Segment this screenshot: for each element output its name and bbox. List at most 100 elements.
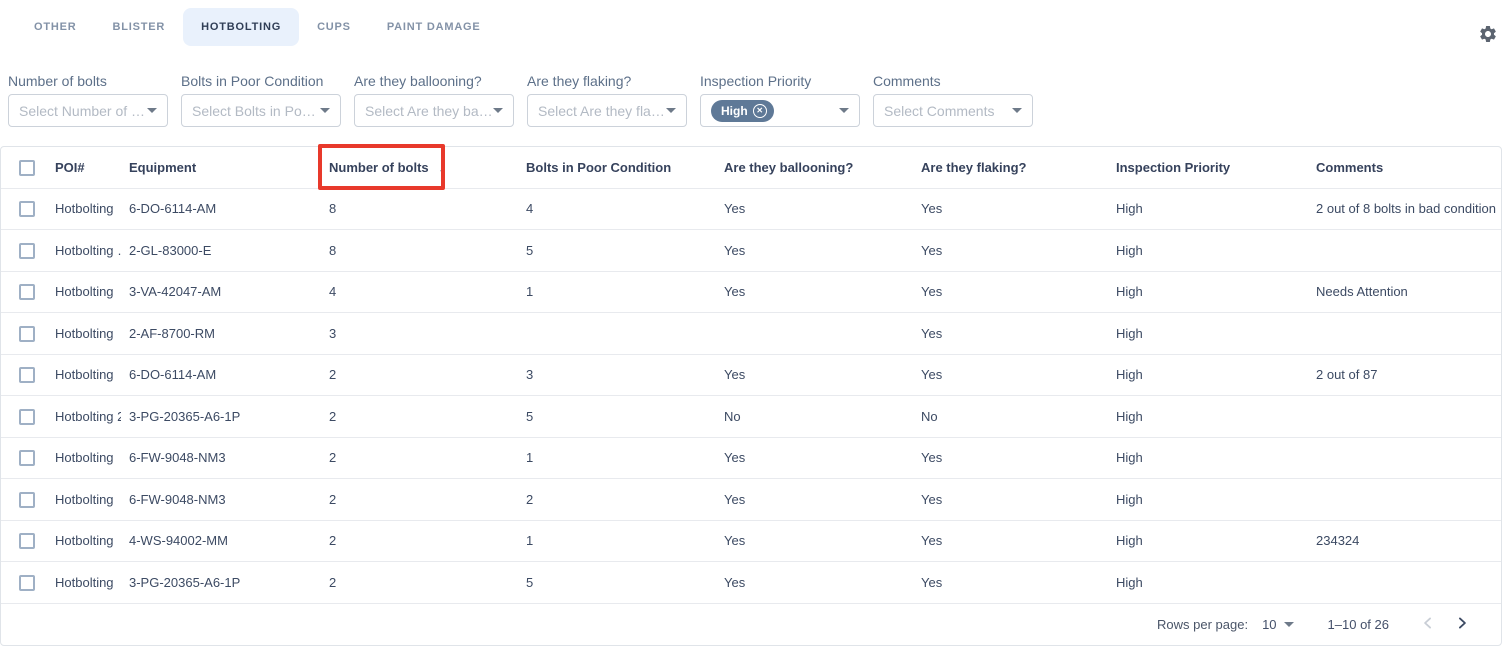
next-page-button[interactable] [1445,608,1479,642]
cell-priority: High [1108,188,1308,230]
cell-priority: High [1108,562,1308,604]
filter-label: Bolts in Poor Condition [181,73,341,89]
cell-ballooning: No [716,396,913,438]
cell-equipment: 6-FW-9048-NM3 [121,437,321,479]
cell-comments [1308,437,1501,479]
cell-number-of-bolts: 8 [321,230,518,272]
column-header-priority[interactable]: Inspection Priority [1108,147,1308,188]
chip-label: High [721,104,748,118]
column-header-poi[interactable]: POI# [47,147,121,188]
cell-priority: High [1108,479,1308,521]
cell-ballooning [716,313,913,355]
filter-label: Are they ballooning? [354,73,514,89]
cell-priority: High [1108,313,1308,355]
chevron-right-icon [1452,613,1472,636]
cell-flaking: Yes [913,479,1108,521]
previous-page-button[interactable] [1411,608,1445,642]
cell-comments: 2 out of 8 bolts in bad condition [1308,188,1501,230]
rows-per-page-label: Rows per page: [1157,617,1248,632]
row-checkbox[interactable] [19,284,35,300]
row-checkbox[interactable] [19,533,35,549]
cell-poor-condition [518,313,716,355]
row-checkbox[interactable] [19,575,35,591]
cell-poi: Hotbolting [47,437,121,479]
table-header-row: POI# Equipment Number of bolts ↓ Bolts i… [1,147,1501,188]
tab-hotbolting[interactable]: HOTBOLTING [183,8,299,46]
select-placeholder: Select Bolts in Po… [192,103,320,119]
cell-poor-condition: 2 [518,479,716,521]
column-header-comments[interactable]: Comments [1308,147,1501,188]
filter-label: Are they flaking? [527,73,687,89]
results-table: POI# Equipment Number of bolts ↓ Bolts i… [1,147,1501,603]
row-checkbox[interactable] [19,409,35,425]
gear-icon [1478,31,1498,48]
chevron-down-icon [493,108,503,113]
bolts-in-poor-condition-select[interactable]: Select Bolts in Po… [181,94,341,127]
tab-other[interactable]: OTHER [16,8,95,46]
rows-per-page-select[interactable]: 10 [1262,617,1293,632]
filter-label: Comments [873,73,1033,89]
chevron-down-icon [320,108,330,113]
tab-cups[interactable]: CUPS [299,8,369,46]
table-row[interactable]: Hotbolting 6-DO-6114-AM 2 3 Yes Yes High… [1,354,1501,396]
table-row[interactable]: Hotbolting 4-WS-94002-MM 2 1 Yes Yes Hig… [1,520,1501,562]
cell-poi: Hotbolting [47,313,121,355]
chevron-left-icon [1418,613,1438,636]
cell-poor-condition: 4 [518,188,716,230]
cell-poi: Hotbolting … [47,230,121,272]
table-row[interactable]: Hotbolting 6-DO-6114-AM 8 4 Yes Yes High… [1,188,1501,230]
table-row[interactable]: Hotbolting … 2-GL-83000-E 8 5 Yes Yes Hi… [1,230,1501,272]
filter-comments: Comments Select Comments [873,73,1033,127]
inspection-priority-select[interactable]: High ✕ [700,94,860,127]
table-row[interactable]: Hotbolting 3-VA-42047-AM 4 1 Yes Yes Hig… [1,271,1501,313]
select-all-checkbox[interactable] [19,160,35,176]
table-row[interactable]: Hotbolting 2 3-PG-20365-A6-1P 2 5 No No … [1,396,1501,438]
row-checkbox[interactable] [19,326,35,342]
column-header-poor-condition[interactable]: Bolts in Poor Condition [518,147,716,188]
table-row[interactable]: Hotbolting 6-FW-9048-NM3 2 1 Yes Yes Hig… [1,437,1501,479]
column-header-flaking[interactable]: Are they flaking? [913,147,1108,188]
cell-ballooning: Yes [716,437,913,479]
cell-comments [1308,562,1501,604]
priority-chip-high[interactable]: High ✕ [711,100,774,122]
cell-flaking: Yes [913,313,1108,355]
filter-flaking: Are they flaking? Select Are they fla… [527,73,687,127]
ballooning-select[interactable]: Select Are they ba… [354,94,514,127]
cell-comments [1308,313,1501,355]
cell-number-of-bolts: 2 [321,479,518,521]
cell-poi: Hotbolting [47,479,121,521]
filter-number-of-bolts: Number of bolts Select Number of … [8,73,168,127]
cell-equipment: 3-PG-20365-A6-1P [121,396,321,438]
cell-poor-condition: 1 [518,520,716,562]
column-header-number-of-bolts[interactable]: Number of bolts ↓ [321,147,518,188]
row-checkbox[interactable] [19,201,35,217]
chip-remove-icon[interactable]: ✕ [753,104,767,118]
select-placeholder: Select Are they fla… [538,103,666,119]
cell-poor-condition: 5 [518,396,716,438]
flaking-select[interactable]: Select Are they fla… [527,94,687,127]
tab-blister[interactable]: BLISTER [95,8,184,46]
table-row[interactable]: Hotbolting 3-PG-20365-A6-1P 2 5 Yes Yes … [1,562,1501,604]
column-header-label: Number of bolts [329,160,429,175]
cell-ballooning: Yes [716,230,913,272]
cell-number-of-bolts: 3 [321,313,518,355]
table-row[interactable]: Hotbolting 2-AF-8700-RM 3 Yes High [1,313,1501,355]
cell-priority: High [1108,437,1308,479]
tab-paint-damage[interactable]: PAINT DAMAGE [369,8,499,46]
cell-poor-condition: 3 [518,354,716,396]
row-checkbox[interactable] [19,243,35,259]
table-row[interactable]: Hotbolting 6-FW-9048-NM3 2 2 Yes Yes Hig… [1,479,1501,521]
column-header-equipment[interactable]: Equipment [121,147,321,188]
filter-label: Number of bolts [8,73,168,89]
cell-number-of-bolts: 2 [321,437,518,479]
row-checkbox[interactable] [19,450,35,466]
comments-select[interactable]: Select Comments [873,94,1033,127]
row-checkbox[interactable] [19,492,35,508]
settings-gear-button[interactable] [1478,24,1498,44]
number-of-bolts-select[interactable]: Select Number of … [8,94,168,127]
row-checkbox[interactable] [19,367,35,383]
cell-number-of-bolts: 2 [321,354,518,396]
column-header-ballooning[interactable]: Are they ballooning? [716,147,913,188]
cell-ballooning: Yes [716,188,913,230]
cell-comments: Needs Attention [1308,271,1501,313]
